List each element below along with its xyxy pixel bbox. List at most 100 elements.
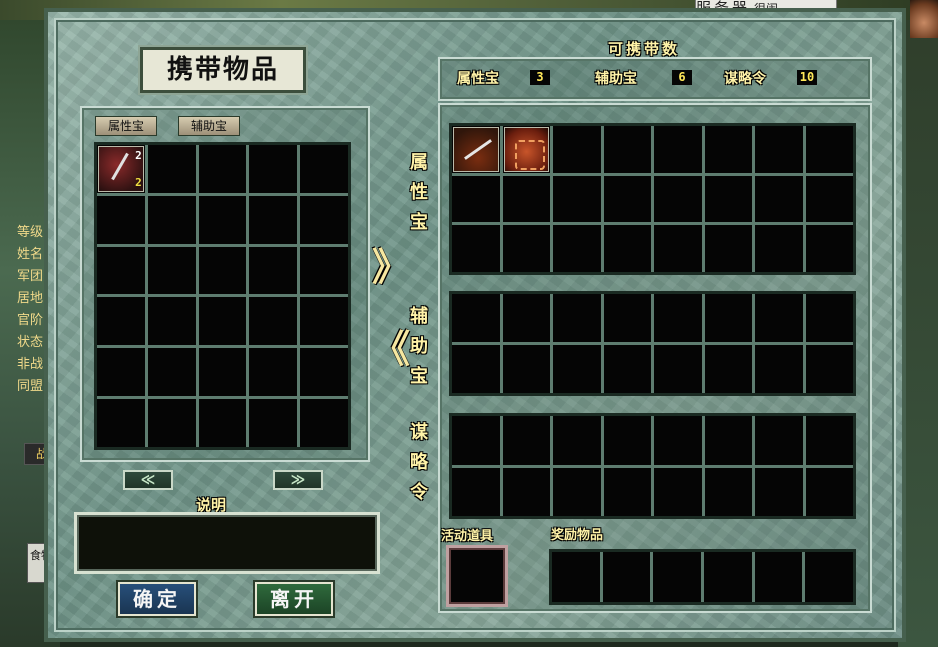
inventory-slot[interactable] [147,297,196,346]
tab-attribute-treasure[interactable]: 属性宝 [95,116,157,136]
inventory-slot[interactable] [249,348,298,397]
carry-slot[interactable] [603,467,651,516]
carry-slot[interactable] [553,467,601,516]
inventory-slot[interactable] [300,145,348,193]
inventory-slot[interactable] [300,246,348,295]
carry-slot[interactable] [805,225,853,272]
carry-slot[interactable] [704,345,752,393]
inventory-slot[interactable] [249,297,298,346]
carry-slot[interactable] [755,225,803,272]
carry-slot[interactable] [553,416,601,465]
inventory-slot[interactable] [198,145,247,193]
carry-slot[interactable] [755,175,803,223]
carry-slot[interactable] [704,294,752,342]
event-item-slot[interactable] [446,545,508,607]
carry-slot[interactable] [805,416,853,465]
inventory-slot[interactable] [147,195,196,244]
inventory-slot[interactable]: 22 [97,145,145,193]
carry-slot[interactable] [502,175,550,223]
carry-slot[interactable] [654,416,702,465]
carry-slot[interactable] [805,345,853,393]
reward-slot[interactable] [602,552,651,602]
prev-page-button[interactable]: ≪ [123,470,173,490]
inventory-slot[interactable] [198,246,247,295]
inventory-slot[interactable] [147,145,196,193]
inventory-slot[interactable] [198,297,247,346]
carry-slot[interactable] [755,345,803,393]
carry-slot[interactable] [805,467,853,516]
carry-slot[interactable] [452,467,500,516]
carry-slot[interactable] [603,126,651,173]
inventory-slot[interactable] [249,195,298,244]
carry-slot[interactable] [654,294,702,342]
inventory-slot[interactable] [147,246,196,295]
carry-slot[interactable] [502,345,550,393]
inventory-slot[interactable] [147,399,196,447]
inventory-slot[interactable] [249,246,298,295]
reward-slot[interactable] [704,552,752,602]
reward-slot[interactable] [805,552,853,602]
move-right-button[interactable]: 》 [372,236,410,291]
carry-slot[interactable] [603,294,651,342]
spear-item-icon[interactable]: 22 [98,146,144,192]
carry-slot[interactable] [452,126,500,173]
reward-slot[interactable] [552,552,600,602]
inventory-slot[interactable] [97,195,145,244]
carry-slot[interactable] [502,126,550,173]
carry-slot[interactable] [452,416,500,465]
inventory-slot[interactable] [300,348,348,397]
carry-slot[interactable] [755,467,803,516]
carry-slot[interactable] [654,175,702,223]
carry-slot[interactable] [553,175,601,223]
carry-slot[interactable] [553,126,601,173]
carry-slot[interactable] [805,175,853,223]
inventory-slot[interactable] [198,195,247,244]
inventory-slot[interactable] [147,348,196,397]
carry-slot[interactable] [654,126,702,173]
inventory-slot[interactable] [97,246,145,295]
inventory-slot[interactable] [198,348,247,397]
reward-slot[interactable] [653,552,701,602]
carry-slot[interactable] [755,126,803,173]
armor-item-icon[interactable] [503,127,549,172]
carry-slot[interactable] [805,126,853,173]
next-page-button[interactable]: ≫ [273,470,323,490]
carry-slot[interactable] [502,467,550,516]
sword-item-icon[interactable] [453,127,499,172]
carry-slot[interactable] [704,225,752,272]
carry-slot[interactable] [755,294,803,342]
carry-slot[interactable] [553,225,601,272]
carry-slot[interactable] [654,345,702,393]
inventory-slot[interactable] [249,145,298,193]
carry-slot[interactable] [654,225,702,272]
tab-support-treasure[interactable]: 辅助宝 [178,116,240,136]
carry-slot[interactable] [654,467,702,516]
carry-slot[interactable] [603,175,651,223]
carry-slot[interactable] [452,345,500,393]
carry-slot[interactable] [755,416,803,465]
carry-slot[interactable] [704,175,752,223]
inventory-slot[interactable] [300,195,348,244]
inventory-slot[interactable] [300,399,348,447]
carry-slot[interactable] [603,225,651,272]
carry-slot[interactable] [502,416,550,465]
inventory-slot[interactable] [97,348,145,397]
carry-slot[interactable] [452,175,500,223]
carry-slot[interactable] [502,294,550,342]
carry-slot[interactable] [704,416,752,465]
leave-button[interactable]: 离开 [255,582,333,616]
inventory-slot[interactable] [300,297,348,346]
carry-slot[interactable] [553,294,601,342]
inventory-slot[interactable] [198,399,247,447]
move-left-button[interactable]: 《 [372,318,410,373]
carry-slot[interactable] [553,345,601,393]
inventory-slot[interactable] [97,399,145,447]
carry-slot[interactable] [704,467,752,516]
carry-slot[interactable] [452,294,500,342]
carry-slot[interactable] [704,126,752,173]
confirm-button[interactable]: 确定 [118,582,196,616]
inventory-slot[interactable] [249,399,298,447]
inventory-slot[interactable] [97,297,145,346]
carry-slot[interactable] [603,345,651,393]
carry-slot[interactable] [603,416,651,465]
